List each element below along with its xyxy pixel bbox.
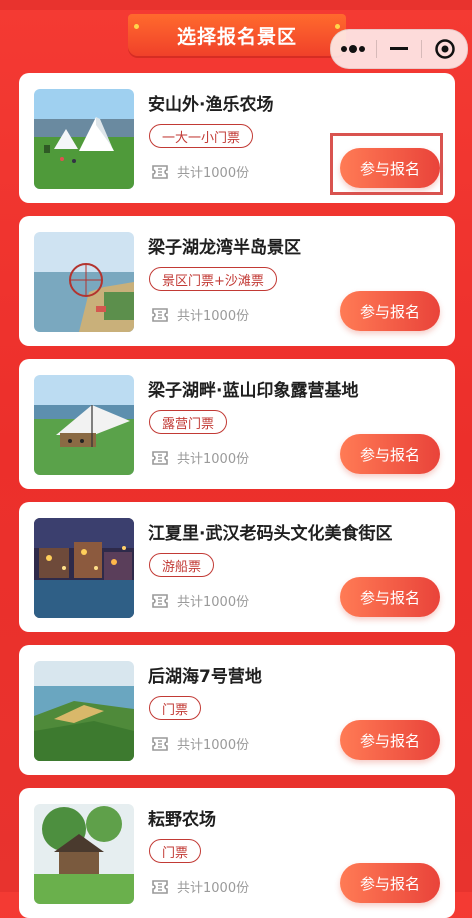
ticket-icon xyxy=(152,879,168,894)
join-button[interactable]: 参与报名 xyxy=(340,720,440,760)
ticket-icon xyxy=(152,164,168,179)
ticket-icon xyxy=(152,450,168,465)
join-button[interactable]: 参与报名 xyxy=(340,434,440,474)
ticket-count-text: 共计1000份 xyxy=(177,738,250,753)
ticket-tag: 景区门票+沙滩票 xyxy=(149,267,277,291)
ticket-count-text: 共计1000份 xyxy=(177,309,250,324)
more-button[interactable] xyxy=(331,30,376,68)
scenic-name: 安山外·渔乐农场 xyxy=(148,95,274,115)
scenic-name: 耘野农场 xyxy=(148,810,216,830)
banner-dot-left xyxy=(134,24,139,29)
ticket-tag: 一大一小门票 xyxy=(149,124,254,148)
scenic-card: 江夏里·武汉老码头文化美食街区 游船票 共计1000份 参与报名 xyxy=(19,502,455,632)
join-button[interactable]: 参与报名 xyxy=(340,577,440,617)
miniprogram-capsule xyxy=(330,29,468,69)
banner-dot-right xyxy=(335,24,340,29)
ticket-icon xyxy=(152,736,168,751)
scenic-name: 梁子湖畔·蓝山印象露营基地 xyxy=(148,381,359,401)
scenic-thumbnail xyxy=(34,375,134,475)
ticket-tag: 门票 xyxy=(149,696,202,720)
scenic-card: 后湖海7号营地 门票 共计1000份 参与报名 xyxy=(19,645,455,775)
top-strip xyxy=(0,0,472,10)
scenic-name: 后湖海7号营地 xyxy=(148,667,262,687)
scenic-name: 梁子湖龙湾半岛景区 xyxy=(148,238,301,258)
scenic-thumbnail xyxy=(34,804,134,904)
ticket-tag: 游船票 xyxy=(149,553,215,577)
ticket-count: 共计1000份 xyxy=(151,877,249,896)
scenic-thumbnail xyxy=(34,89,134,189)
join-button[interactable]: 参与报名 xyxy=(340,291,440,331)
ticket-count: 共计1000份 xyxy=(151,734,249,753)
ticket-count: 共计1000份 xyxy=(151,162,249,181)
join-button[interactable]: 参与报名 xyxy=(340,863,440,903)
ticket-tag: 门票 xyxy=(149,839,202,863)
scenic-thumbnail xyxy=(34,661,134,761)
ticket-count-text: 共计1000份 xyxy=(177,452,250,467)
scenic-name: 江夏里·武汉老码头文化美食街区 xyxy=(148,524,393,544)
ticket-icon xyxy=(152,593,168,608)
minimize-button[interactable] xyxy=(377,30,422,68)
scenic-card: 耘野农场 门票 共计1000份 参与报名 xyxy=(19,788,455,918)
ticket-count: 共计1000份 xyxy=(151,591,249,610)
ticket-count-text: 共计1000份 xyxy=(177,166,250,181)
minimize-icon xyxy=(390,47,408,50)
page-title: 选择报名景区 xyxy=(176,25,297,48)
ticket-count-text: 共计1000份 xyxy=(177,881,250,896)
scenic-card: 梁子湖畔·蓝山印象露营基地 露营门票 共计1000份 参与报名 xyxy=(19,359,455,489)
ticket-icon xyxy=(152,307,168,322)
highlight-box xyxy=(330,133,443,195)
ticket-tag: 露营门票 xyxy=(149,410,228,434)
scenic-thumbnail xyxy=(34,518,134,618)
scenic-card: 梁子湖龙湾半岛景区 景区门票+沙滩票 共计1000份 参与报名 xyxy=(19,216,455,346)
more-icon xyxy=(341,45,366,53)
close-button[interactable] xyxy=(422,30,467,68)
ticket-count-text: 共计1000份 xyxy=(177,595,250,610)
ticket-count: 共计1000份 xyxy=(151,305,249,324)
page-title-banner: 选择报名景区 xyxy=(128,14,346,56)
scenic-thumbnail xyxy=(34,232,134,332)
ticket-count: 共计1000份 xyxy=(151,448,249,467)
close-icon xyxy=(434,39,455,59)
